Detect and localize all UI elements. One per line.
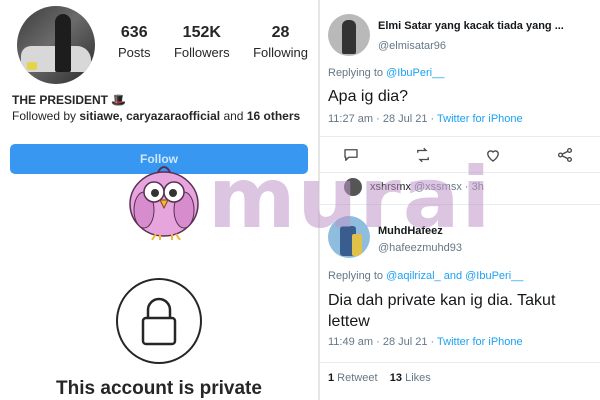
tweet2-separator: [320, 362, 600, 363]
tweet2-text: Dia dah private kan ig dia. Takut lettew: [328, 292, 556, 330]
tweet2-meta: 11:49 am · 28 Jul 21 · Twitter for iPhon…: [328, 336, 523, 348]
mini-reply-avatar[interactable]: [344, 178, 362, 196]
profile-avatar[interactable]: [17, 6, 95, 84]
lock-circle: [116, 278, 202, 364]
tweet1-separator-top: [320, 136, 600, 137]
tweet1-source[interactable]: Twitter for iPhone: [437, 113, 523, 125]
stat-posts-count: 636: [120, 24, 148, 41]
followed-by[interactable]: Followed by sitiawe, caryazaraofficial a…: [12, 109, 300, 123]
likes-count[interactable]: 13: [390, 372, 402, 384]
avatar-person-shape: [55, 14, 71, 72]
mini-reply-name: xshrsmx: [370, 181, 411, 193]
tweet2-time: 11:49 am · 28 Jul 21 ·: [328, 336, 438, 348]
tweet1-replying-handle[interactable]: @IbuPeri__: [386, 67, 444, 79]
followed-by-and: and: [220, 109, 247, 123]
profile-stats: 636 Posts 152K Followers 28 Following: [118, 24, 308, 60]
followed-by-prefix: Followed by: [12, 109, 80, 123]
tweet1-text: Apa ig dia?: [328, 88, 409, 105]
followed-by-others: 16 others: [246, 109, 301, 123]
profile-name: THE PRESIDENT 🎩: [12, 93, 127, 107]
tweet1-meta: 11:27 am · 28 Jul 21 · Twitter for iPhon…: [328, 113, 523, 125]
tweet2-replying-prefix: Replying to: [328, 270, 387, 282]
tweet2-replying-to: Replying to @aqilrizal_ and @IbuPeri__: [328, 270, 523, 282]
stat-posts[interactable]: 636 Posts: [118, 24, 151, 60]
tweet1-time: 11:27 am · 28 Jul 21 ·: [328, 113, 438, 125]
tweet1-actions: [320, 146, 600, 166]
instagram-profile-panel: 636 Posts 152K Followers 28 Following TH…: [0, 0, 318, 400]
stat-posts-label: Posts: [118, 45, 151, 60]
stat-followers[interactable]: 152K Followers: [174, 24, 230, 60]
stat-followers-label: Followers: [173, 45, 230, 60]
stat-followers-count: 152K: [182, 24, 221, 41]
avatar-car-plate: [27, 62, 37, 70]
lock-icon: [141, 297, 177, 346]
tweet2-engagement-counts: 1 Retweet 13 Likes: [328, 372, 431, 384]
mini-reply-separator: [320, 204, 600, 205]
share-icon[interactable]: [556, 146, 576, 166]
stat-following-label: Following: [253, 45, 308, 60]
stat-following-count: 28: [271, 24, 290, 41]
tweet2-avatar-building-2: [352, 234, 362, 256]
tweet2-avatar[interactable]: [328, 216, 370, 258]
tweet1-avatar-figure: [342, 20, 356, 54]
twitter-thread-panel: Elmi Satar yang kacak tiada yang ... @el…: [320, 0, 600, 400]
tweet1-replying-prefix: Replying to: [328, 67, 387, 79]
tweet1-author-name[interactable]: Elmi Satar yang kacak tiada yang ...: [378, 20, 564, 32]
tweet1-avatar[interactable]: [328, 14, 370, 56]
tweet1-separator-bottom: [320, 172, 600, 173]
like-icon[interactable]: [484, 146, 504, 166]
tweet2-replying-handles[interactable]: @aqilrizal_ and @IbuPeri__: [386, 270, 523, 282]
tweet1-author-handle[interactable]: @elmisatar96: [378, 40, 446, 52]
mini-reply-handle: @xssmsx · 3h: [414, 181, 484, 193]
private-account-text: This account is private: [56, 378, 262, 399]
tweet2-author-handle[interactable]: @hafeezmuhd93: [378, 242, 462, 254]
followed-by-names: sitiawe, caryazaraofficial: [79, 109, 221, 123]
stat-following[interactable]: 28 Following: [253, 24, 308, 60]
follow-button[interactable]: Follow: [10, 144, 308, 174]
tweet1-replying-to: Replying to @IbuPeri__: [328, 67, 444, 79]
retweet-icon[interactable]: [414, 146, 434, 166]
mini-reply-line[interactable]: xshrsmx @xssmsx · 3h: [370, 181, 484, 193]
tweet2-source[interactable]: Twitter for iPhone: [437, 336, 523, 348]
comment-icon[interactable]: [342, 146, 362, 166]
retweet-label[interactable]: Retweet: [334, 372, 377, 384]
tweet2-author-name[interactable]: MuhdHafeez: [378, 225, 443, 237]
likes-label[interactable]: Likes: [402, 372, 431, 384]
